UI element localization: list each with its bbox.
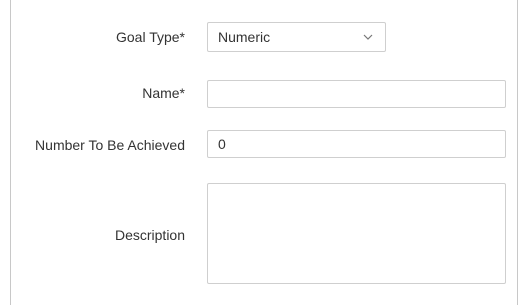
description-textarea[interactable] [207,183,506,284]
description-label: Description [114,227,185,243]
name-label: Name* [142,85,185,101]
number-to-be-achieved-label: Number To Be Achieved [35,137,185,153]
goal-type-selected-value: Numeric [218,29,271,45]
name-input[interactable] [207,80,506,108]
goal-type-label: Goal Type* [115,29,185,45]
goal-type-select[interactable]: Numeric [207,22,386,52]
chevron-down-icon [363,34,373,40]
number-to-be-achieved-input[interactable] [207,130,506,158]
